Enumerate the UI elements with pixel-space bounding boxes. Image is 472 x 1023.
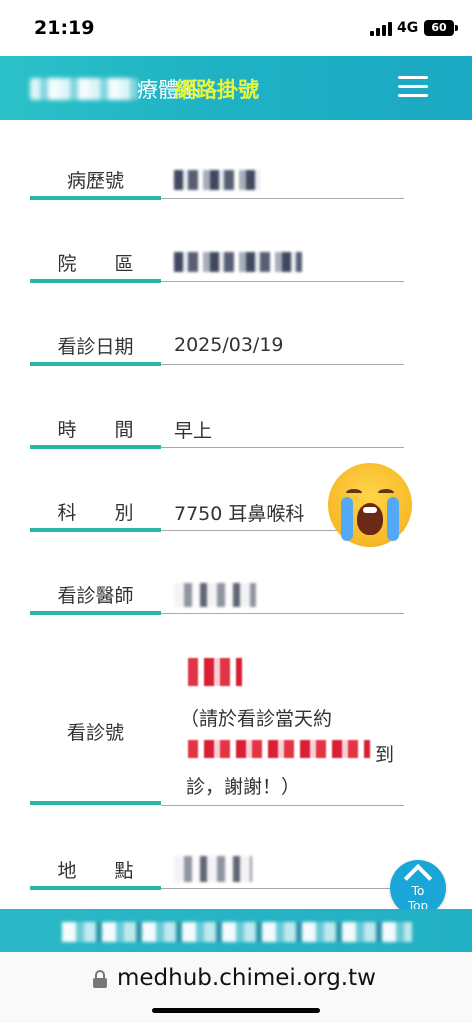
battery-tip xyxy=(455,25,458,31)
label-location: 地 點 xyxy=(57,860,134,882)
cellular-signal-icon xyxy=(370,22,392,36)
label-doctor: 看診醫師 xyxy=(57,585,134,607)
row-campus: 院 區 xyxy=(30,245,404,285)
redacted-doctor-name xyxy=(174,583,256,607)
label-session: 時 間 xyxy=(57,419,134,441)
redacted-hospital-name xyxy=(30,78,138,100)
label-underline xyxy=(30,362,161,366)
battery-icon: 60 xyxy=(424,20,454,36)
row-doctor: 看診醫師 xyxy=(30,577,404,617)
value-visit-date: 2025/03/19 xyxy=(174,334,284,356)
value-department: 7750 耳鼻喉科 xyxy=(174,503,305,525)
label-visit-date: 看診日期 xyxy=(57,336,134,358)
network-type: 4G xyxy=(397,20,419,36)
redacted-queue-number xyxy=(188,658,242,686)
row-session: 時 間 早上 xyxy=(30,411,404,451)
label-underline xyxy=(30,801,161,805)
to-top-label-line1: To xyxy=(411,884,425,898)
row-location: 地 點 xyxy=(30,852,404,892)
redacted-footer-text xyxy=(62,922,412,942)
hamburger-menu-icon[interactable] xyxy=(398,76,428,98)
queue-note-line2-suffix: 到 xyxy=(375,744,395,766)
label-campus: 院 區 xyxy=(57,253,134,275)
value-session: 早上 xyxy=(174,420,213,442)
label-underline xyxy=(30,445,161,449)
lock-icon xyxy=(93,970,107,988)
url-text[interactable]: medhub.chimei.org.tw xyxy=(117,965,376,991)
loudly-crying-face-emoji xyxy=(328,463,412,547)
label-underline xyxy=(30,196,161,200)
label-underline xyxy=(30,528,161,532)
row-medical-record: 病歷號 xyxy=(30,162,404,202)
value-underline xyxy=(161,364,404,365)
status-bar: 21:19 4G 60 xyxy=(0,0,472,56)
row-queue-number: 看診號 （請於看診當天約 到 診，謝謝！） xyxy=(30,648,404,808)
status-time: 21:19 xyxy=(34,17,95,39)
home-indicator xyxy=(152,1008,320,1013)
label-underline xyxy=(30,611,161,615)
redacted-record-number xyxy=(174,170,260,190)
value-underline xyxy=(161,198,404,199)
label-department: 科 別 xyxy=(57,502,134,524)
queue-note-line3: 診，謝謝！） xyxy=(186,776,301,798)
redacted-arrival-time xyxy=(188,740,370,758)
queue-note-line1: （請於看診當天約 xyxy=(180,708,333,730)
value-underline xyxy=(161,805,404,806)
redacted-campus xyxy=(174,252,302,272)
value-underline xyxy=(161,447,404,448)
redacted-location xyxy=(174,856,252,882)
value-underline xyxy=(161,888,404,889)
label-queue-number: 看診號 xyxy=(66,722,124,744)
value-underline xyxy=(161,613,404,614)
to-top-button[interactable]: To Top xyxy=(390,860,446,916)
label-medical-record: 病歷號 xyxy=(66,170,124,192)
row-visit-date: 看診日期 2025/03/19 xyxy=(30,328,404,368)
label-underline xyxy=(30,279,161,283)
header-title-accent: 網路掛號 xyxy=(175,78,259,102)
value-underline xyxy=(161,281,404,282)
label-underline xyxy=(30,886,161,890)
